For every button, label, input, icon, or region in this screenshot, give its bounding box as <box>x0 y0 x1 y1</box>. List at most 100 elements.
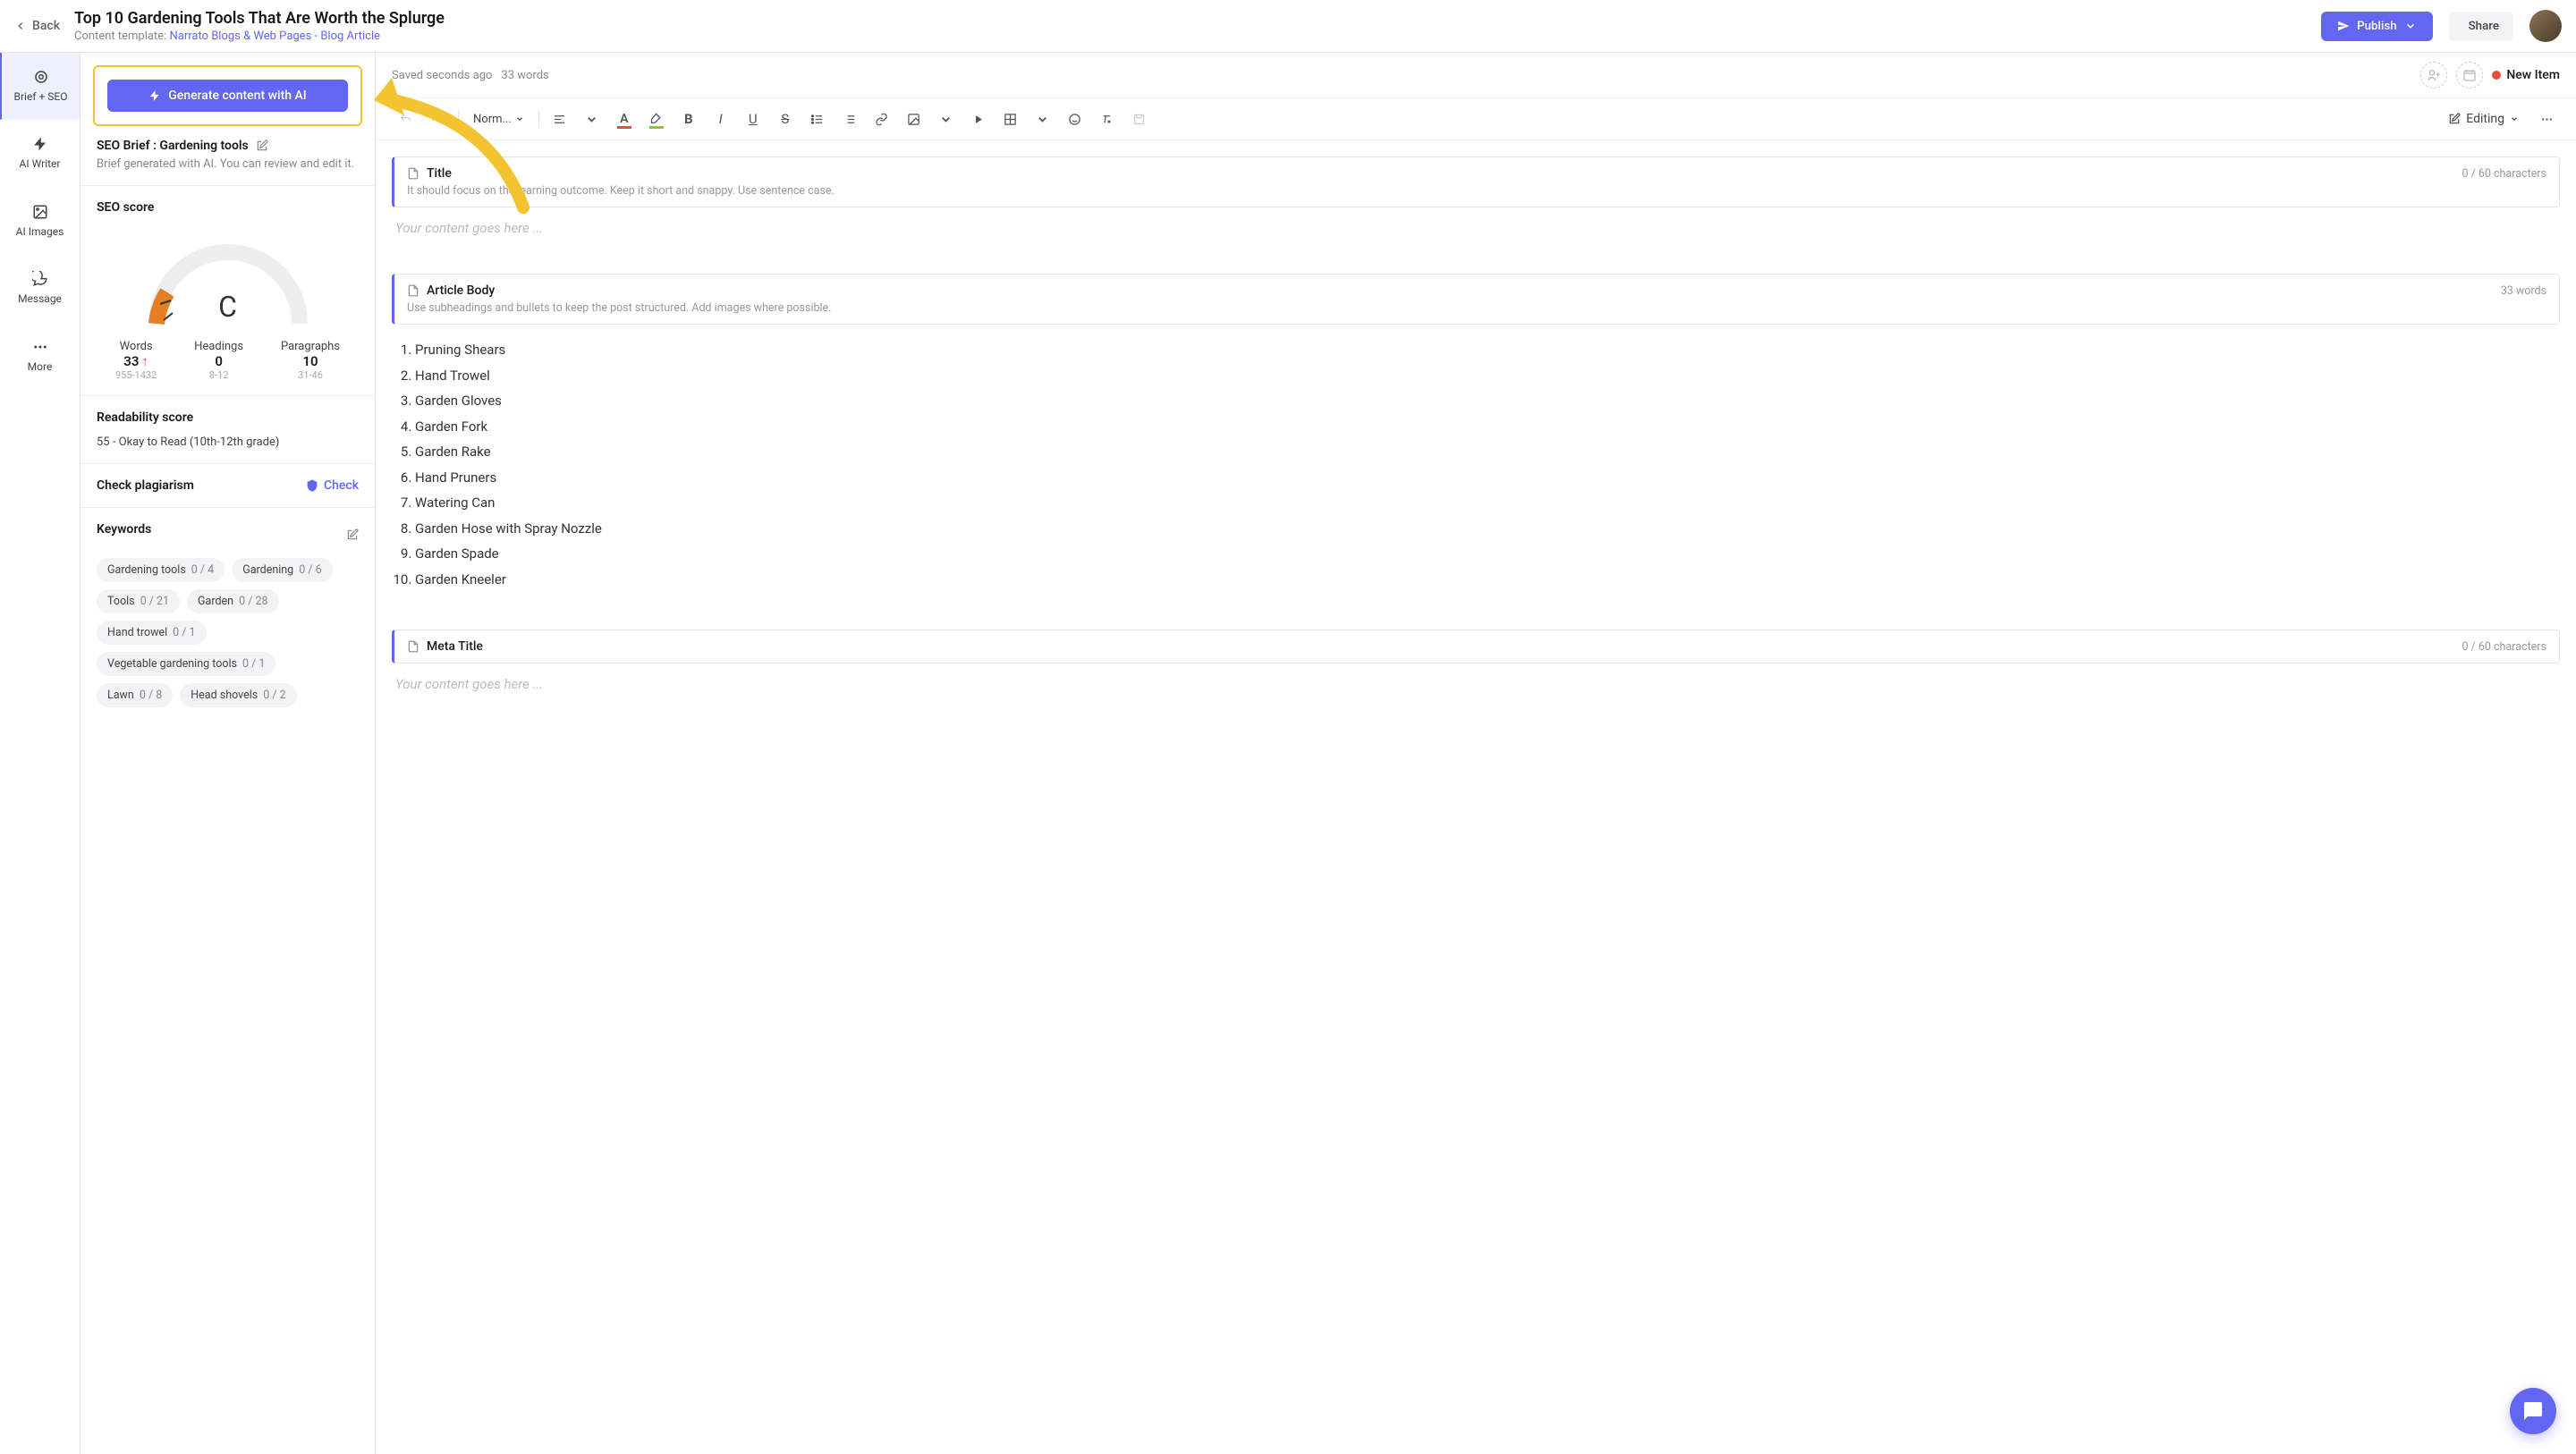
keyword-chip[interactable]: Vegetable gardening tools0 / 1 <box>97 652 275 676</box>
share-button[interactable]: Share <box>2449 12 2513 41</box>
body-editor[interactable]: Pruning ShearsHand TrowelGarden GlovesGa… <box>392 325 2560 604</box>
keyword-chip[interactable]: Tools0 / 21 <box>97 589 180 613</box>
clear-format-icon <box>1100 113 1114 126</box>
table-dropdown[interactable] <box>1030 106 1056 132</box>
image-dropdown[interactable] <box>933 106 960 132</box>
brief-title: SEO Brief : Gardening tools <box>97 139 249 153</box>
highlight-button[interactable] <box>643 106 670 132</box>
number-list-button[interactable] <box>836 106 863 132</box>
align-dropdown[interactable] <box>579 106 606 132</box>
clear-format-button[interactable] <box>1094 106 1121 132</box>
template-link[interactable]: Narrato Blogs & Web Pages - Blog Article <box>169 30 380 43</box>
keyword-chip[interactable]: Garden0 / 28 <box>187 589 278 613</box>
title-input[interactable]: Your content goes here ... <box>395 220 2556 236</box>
keyword-chip[interactable]: Lawn0 / 8 <box>97 683 173 707</box>
seo-sidebar: Generate content with AI SEO Brief : Gar… <box>80 53 376 1454</box>
list-ol-icon <box>843 113 856 126</box>
rail-label: AI Images <box>16 225 64 238</box>
keyword-chip[interactable]: Gardening tools0 / 4 <box>97 558 225 582</box>
text-color-button[interactable]: A <box>611 106 638 132</box>
status-toolbar: Saved seconds ago 33 words New Item <box>376 53 2576 98</box>
metric-paragraphs-value: 10 <box>281 353 340 369</box>
check-plagiarism-button[interactable]: Check <box>305 478 359 493</box>
list-item: Hand Trowel <box>415 363 2556 389</box>
metric-paragraphs-label: Paragraphs <box>281 340 340 353</box>
keyword-chips: Gardening tools0 / 4 Gardening0 / 6 Tools0… <box>97 558 359 707</box>
editing-mode-select[interactable]: Editing <box>2439 106 2528 131</box>
edit-icon[interactable] <box>256 139 268 152</box>
list-item: Watering Can <box>415 490 2556 516</box>
highlighter-icon <box>649 113 663 126</box>
avatar[interactable] <box>2529 10 2562 42</box>
block-title-meta: 0 / 60 characters <box>2462 167 2546 181</box>
link-button[interactable] <box>869 106 895 132</box>
list-item: Garden Fork <box>415 414 2556 440</box>
shield-icon <box>305 478 319 493</box>
generate-content-button[interactable]: Generate content with AI <box>107 80 348 112</box>
list-item: Garden Hose with Spray Nozzle <box>415 516 2556 542</box>
save-button[interactable] <box>1126 106 1153 132</box>
list-ul-icon <box>810 113 824 126</box>
meta-title-input[interactable]: Your content goes here ... <box>395 676 2556 692</box>
add-collaborator-button[interactable] <box>2420 62 2447 89</box>
list-item: Garden Rake <box>415 439 2556 465</box>
dots-icon <box>2540 113 2554 126</box>
editing-label: Editing <box>2466 112 2504 126</box>
bolt-icon <box>148 89 161 102</box>
back-label: Back <box>32 19 60 33</box>
bold-button[interactable]: B <box>675 106 702 132</box>
rail-ai-writer[interactable]: AI Writer <box>0 120 80 187</box>
emoji-button[interactable] <box>1062 106 1089 132</box>
document-icon <box>407 640 419 653</box>
image-button[interactable] <box>901 106 928 132</box>
publish-button[interactable]: Publish <box>2321 12 2432 41</box>
target-icon <box>33 69 49 85</box>
more-toolbar-button[interactable] <box>2533 106 2560 132</box>
publish-label: Publish <box>2357 20 2396 33</box>
metric-words-value: 33 <box>123 353 139 369</box>
italic-button[interactable]: I <box>708 106 734 132</box>
generate-label: Generate content with AI <box>168 89 306 103</box>
chevron-down-icon <box>1036 113 1049 126</box>
block-title: Title 0 / 60 characters It should focus … <box>392 156 2560 249</box>
edit-icon[interactable] <box>346 528 359 541</box>
rail-message[interactable]: Message <box>0 255 80 322</box>
table-icon <box>1004 113 1017 126</box>
brief-description: Brief generated with AI. You can review … <box>80 153 375 185</box>
template-label: Content template: <box>74 30 166 43</box>
back-button[interactable]: Back <box>14 19 60 33</box>
annotation-arrow <box>367 69 555 224</box>
metric-headings-value: 0 <box>194 353 243 369</box>
underline-button[interactable]: U <box>740 106 767 132</box>
chat-icon <box>2522 1400 2544 1422</box>
emoji-icon <box>1068 113 1081 126</box>
strike-button[interactable]: S <box>772 106 799 132</box>
list-item: Garden Spade <box>415 541 2556 567</box>
keyword-chip[interactable]: Hand trowel0 / 1 <box>97 621 207 645</box>
article-list: Pruning ShearsHand TrowelGarden GlovesGa… <box>395 337 2556 592</box>
play-icon <box>971 113 985 126</box>
keyword-chip[interactable]: Gardening0 / 6 <box>232 558 332 582</box>
block-meta-title: Meta Title 0 / 60 characters Your conten… <box>392 630 2560 705</box>
rail-brief-seo[interactable]: Brief + SEO <box>0 53 80 120</box>
bullet-list-button[interactable] <box>804 106 831 132</box>
block-meta-label: Meta Title <box>427 639 483 654</box>
top-header: Back Top 10 Gardening Tools That Are Wor… <box>0 0 2576 53</box>
gauge-grade: C <box>218 290 237 324</box>
metric-words-label: Words <box>115 340 157 353</box>
chevron-down-icon <box>2404 20 2417 32</box>
chat-fab[interactable] <box>2510 1388 2556 1434</box>
seo-gauge: C <box>130 225 326 333</box>
list-item: Garden Gloves <box>415 388 2556 414</box>
video-button[interactable] <box>965 106 992 132</box>
status-new-item[interactable]: New Item <box>2492 68 2560 82</box>
user-plus-icon <box>2427 68 2441 82</box>
rail-ai-images[interactable]: AI Images <box>0 188 80 255</box>
rail-label: Message <box>18 292 62 305</box>
keyword-chip[interactable]: Head shovels0 / 2 <box>180 683 296 707</box>
left-rail: Brief + SEO AI Writer AI Images Message … <box>0 53 80 1454</box>
calendar-button[interactable] <box>2456 62 2483 89</box>
rail-more[interactable]: More <box>0 323 80 390</box>
readability-heading: Readability score <box>97 410 359 425</box>
table-button[interactable] <box>997 106 1024 132</box>
